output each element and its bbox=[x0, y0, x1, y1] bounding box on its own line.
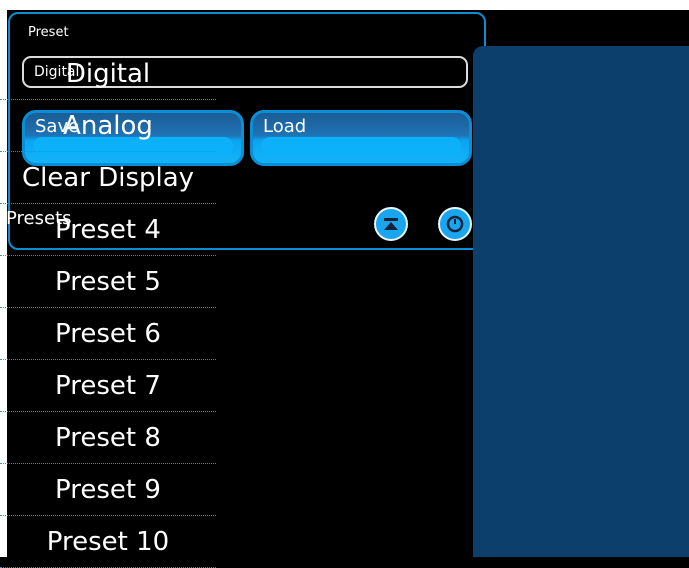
clock-icon bbox=[446, 215, 464, 233]
dropdown-option-preset-4[interactable]: Preset 4 bbox=[0, 204, 216, 256]
load-button-highlight bbox=[261, 137, 461, 155]
eject-button[interactable] bbox=[374, 207, 408, 241]
clock-button[interactable] bbox=[438, 207, 472, 241]
preset-dropdown-list bbox=[473, 46, 689, 557]
dropdown-option-preset-7[interactable]: Preset 7 bbox=[0, 360, 216, 412]
dropdown-option-preset-8[interactable]: Preset 8 bbox=[0, 412, 216, 464]
dropdown-option-preset-9[interactable]: Preset 9 bbox=[0, 464, 216, 516]
dropdown-option-preset-10[interactable]: Preset 10 bbox=[0, 516, 216, 568]
top-border bbox=[0, 0, 689, 10]
preset-label: Preset bbox=[28, 25, 69, 40]
dropdown-option-preset-5[interactable]: Preset 5 bbox=[0, 256, 216, 308]
load-button-label: Load bbox=[263, 116, 307, 137]
dropdown-option-digital[interactable]: Digital bbox=[0, 48, 216, 100]
dropdown-option-preset-6[interactable]: Preset 6 bbox=[0, 308, 216, 360]
dropdown-option-clear-display[interactable]: Clear Display bbox=[0, 152, 216, 204]
dropdown-option-analog[interactable]: Analog bbox=[0, 100, 216, 152]
load-button[interactable]: Load bbox=[250, 110, 472, 166]
eject-icon bbox=[384, 218, 398, 230]
